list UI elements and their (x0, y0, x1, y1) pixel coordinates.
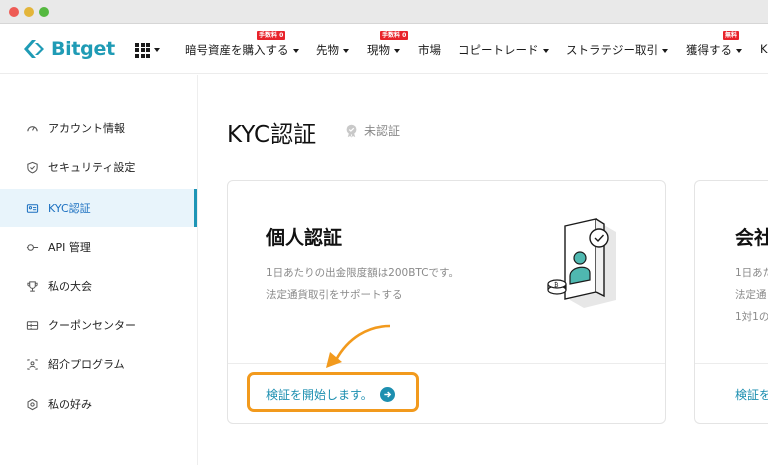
nav-label: 現物 (367, 43, 390, 57)
nav-spot[interactable]: 現物 (367, 42, 400, 58)
apps-menu-button[interactable] (135, 41, 165, 59)
sidebar-item-referral[interactable]: 紹介プログラム (0, 345, 197, 383)
nav-more[interactable]: K (760, 42, 768, 56)
sidebar-item-api[interactable]: API 管理 (0, 228, 197, 266)
close-window-button[interactable] (9, 7, 19, 17)
chevron-down-icon (292, 48, 299, 53)
chevron-down-icon (736, 48, 742, 53)
card-title: 個人認証 (266, 227, 343, 249)
nav-label: 市場 (418, 43, 441, 57)
account-sidebar: アカウント情報 セキュリティ設定 KYC認証 API 管理 私の大会 クーポンセ… (0, 75, 198, 465)
bitget-logo-icon (24, 40, 44, 58)
api-icon (26, 243, 39, 251)
top-navbar: Bitget 暗号資産を購入する 手数料 0 先物 現物 手数料 0 市場 コピ… (0, 24, 768, 74)
card-title: 会社 (735, 227, 768, 249)
chevron-down-icon (542, 48, 549, 53)
shield-icon (27, 161, 38, 173)
start-company-verification-button[interactable]: 検証を (735, 386, 768, 403)
card-description: 法定通貨取引をサポートする (266, 289, 403, 301)
minimize-window-button[interactable] (24, 7, 34, 17)
sidebar-item-kyc[interactable]: KYC認証 (0, 189, 197, 227)
tutorial-arrow-icon (326, 324, 391, 368)
nav-strategy[interactable]: ストラテジー取引 (566, 42, 668, 58)
verification-status: 未認証 (344, 122, 400, 139)
sidebar-item-competitions[interactable]: 私の大会 (0, 267, 197, 305)
brand-logo[interactable]: Bitget (23, 36, 115, 62)
referral-icon (27, 358, 38, 370)
unverified-badge-icon (346, 124, 357, 138)
sidebar-item-preferences[interactable]: 私の好み (0, 385, 197, 423)
card-description: 1日あたりの出金限度額は200BTCです。 (266, 267, 460, 279)
nav-earn[interactable]: 獲得する (686, 42, 742, 58)
nav-markets[interactable]: 市場 (418, 42, 441, 58)
card-description: 1日あた (735, 267, 768, 279)
status-text: 未認証 (364, 124, 401, 138)
sidebar-item-label: アカウント情報 (48, 122, 125, 135)
apps-grid-icon (135, 42, 150, 58)
sidebar-item-label: セキュリティ設定 (48, 161, 136, 174)
svg-text:₿: ₿ (554, 282, 559, 289)
start-verification-label: 検証を (735, 388, 768, 402)
nav-label: 獲得する (686, 43, 732, 57)
chevron-down-icon (154, 48, 160, 52)
sidebar-item-label: 私の好み (48, 398, 92, 411)
fee-badge: 手数料 0 (380, 31, 409, 40)
chevron-down-icon (662, 48, 668, 53)
nav-label: K (760, 42, 768, 56)
card-divider (228, 363, 665, 364)
sidebar-item-label: 私の大会 (48, 280, 92, 293)
kyc-phone-illustration: ₿ (547, 218, 616, 308)
chevron-down-icon (343, 48, 349, 53)
fee-badge: 手数料 0 (257, 31, 286, 40)
sidebar-item-security[interactable]: セキュリティ設定 (0, 148, 197, 186)
tutorial-highlight-box (247, 372, 419, 412)
settings-icon (27, 398, 38, 410)
page-title: KYC認証 (227, 122, 317, 148)
id-card-icon (26, 203, 39, 213)
nav-label: 暗号資産を購入する (185, 43, 289, 57)
sidebar-item-label: API 管理 (48, 241, 91, 254)
sidebar-item-label: 紹介プログラム (48, 358, 125, 371)
nav-label: コピートレード (458, 43, 539, 57)
gauge-icon (27, 125, 38, 131)
browser-titlebar (0, 0, 768, 24)
free-badge: 無料 (723, 31, 740, 40)
card-divider (695, 363, 768, 364)
company-verification-card: 会社 1日あた 法定通 1対1の 検証を (694, 180, 768, 424)
card-description: 1対1の (735, 311, 768, 323)
card-description: 法定通 (735, 289, 767, 301)
nav-label: ストラテジー取引 (566, 43, 658, 57)
nav-buy-crypto[interactable]: 暗号資産を購入する (185, 42, 299, 58)
nav-futures[interactable]: 先物 (316, 42, 349, 58)
brand-name: Bitget (51, 38, 115, 60)
nav-label: 先物 (316, 43, 339, 57)
maximize-window-button[interactable] (39, 7, 49, 17)
sidebar-item-coupons[interactable]: クーポンセンター (0, 306, 197, 344)
sidebar-item-label: KYC認証 (48, 202, 91, 215)
sidebar-item-label: クーポンセンター (48, 319, 136, 332)
trophy-icon (27, 280, 38, 292)
coupon-icon (26, 320, 39, 330)
sidebar-item-account-info[interactable]: アカウント情報 (0, 109, 197, 147)
chevron-down-icon (394, 48, 400, 53)
nav-copy-trade[interactable]: コピートレード (458, 42, 549, 58)
